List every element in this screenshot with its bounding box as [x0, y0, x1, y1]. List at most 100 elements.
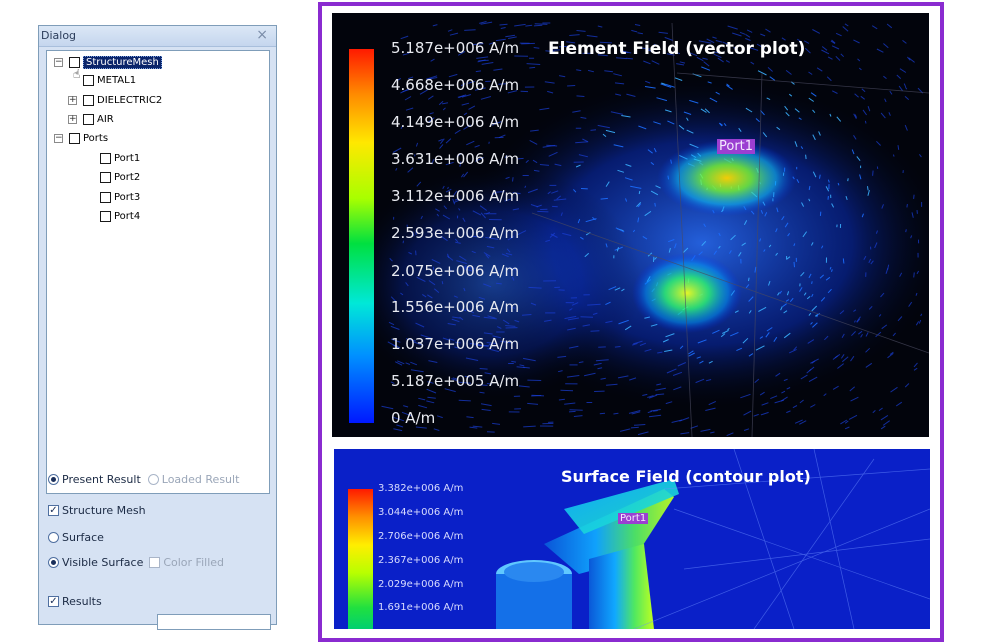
radio-indicator[interactable]	[48, 557, 59, 568]
tree-item-port2[interactable]: Port2	[100, 169, 140, 185]
vector-arrow	[862, 89, 865, 92]
vector-arrow	[481, 97, 491, 100]
visible-surface-radio[interactable]: Visible Surface Color Filled	[48, 554, 224, 570]
vector-arrow	[905, 87, 906, 89]
tree-checkbox[interactable]	[100, 172, 111, 183]
color-filled-checkbox[interactable]	[149, 557, 160, 568]
tree-checkbox[interactable]	[100, 153, 111, 164]
legend-label: 3.631e+006 A/m	[391, 150, 519, 168]
vector-arrow	[806, 155, 807, 159]
vector-arrow	[914, 272, 915, 277]
vector-arrow	[786, 70, 791, 74]
vector-arrow	[749, 278, 750, 281]
tree-checkbox[interactable]	[83, 114, 94, 125]
tree-checkbox[interactable]	[83, 75, 94, 86]
results-checkbox[interactable]: ✓ Results	[48, 593, 102, 609]
collapse-icon[interactable]: −	[54, 58, 63, 67]
vector-arrow	[418, 398, 425, 400]
vector-arrow	[868, 186, 869, 190]
tree-item-air[interactable]: + AIR	[68, 111, 114, 127]
vector-arrow	[765, 29, 770, 32]
tree-checkbox[interactable]	[100, 192, 111, 203]
vector-arrow	[600, 413, 605, 414]
tree-item-ports[interactable]: − Ports	[54, 130, 108, 146]
present-result-radio[interactable]: Present Result Loaded Result	[48, 471, 239, 487]
vector-arrow	[891, 387, 898, 392]
vector-arrow	[889, 112, 891, 115]
legend-label: 2.706e+006 A/m	[378, 531, 463, 542]
vector-arrow	[496, 283, 502, 284]
visible-surface-label: Visible Surface	[62, 556, 143, 569]
vector-arrow	[800, 400, 804, 403]
vector-arrow	[638, 33, 643, 34]
vector-arrow	[396, 168, 397, 170]
tree-checkbox[interactable]	[100, 211, 111, 222]
vector-arrow	[638, 432, 649, 435]
vector-arrow	[459, 400, 471, 401]
vector-arrow	[701, 67, 710, 70]
vector-arrow	[649, 415, 661, 417]
vector-arrow	[676, 64, 684, 65]
vector-arrow	[643, 61, 650, 64]
vector-arrow	[744, 411, 752, 415]
tree-item-structuremesh[interactable]: − StructureMesh	[54, 54, 162, 70]
vector-arrow	[812, 281, 813, 284]
vector-arrow	[873, 171, 874, 176]
vector-arrow	[418, 405, 427, 407]
vector-arrow	[588, 70, 594, 71]
vector-arrow	[416, 143, 417, 147]
vector-arrow	[747, 30, 752, 33]
vector-arrow	[569, 411, 576, 412]
vector-arrow	[559, 76, 565, 77]
close-icon[interactable]: ×	[256, 27, 268, 43]
tree-checkbox[interactable]	[83, 95, 94, 106]
vector-arrow	[403, 406, 408, 407]
legend-label: 2.075e+006 A/m	[391, 262, 519, 280]
structure-tree[interactable]: − StructureMesh ☝ METAL1 + DIELECTRIC2 +…	[46, 50, 270, 494]
tree-checkbox[interactable]	[69, 57, 80, 68]
vector-arrow	[569, 35, 579, 36]
collapse-icon[interactable]: −	[54, 134, 63, 143]
vector-arrow	[810, 405, 815, 408]
tree-item-port1[interactable]: Port1	[100, 150, 140, 166]
port-tag: Port1	[717, 139, 755, 154]
tree-item-dielectric2[interactable]: + DIELECTRIC2	[68, 92, 162, 108]
vector-arrow	[442, 281, 443, 284]
vector-arrow	[883, 421, 890, 426]
vector-arrow	[434, 429, 440, 431]
vector-arrow	[887, 24, 892, 28]
vector-arrow	[885, 99, 887, 102]
dialog-titlebar[interactable]: Dialog ×	[39, 26, 276, 47]
results-dropdown[interactable]	[157, 614, 271, 630]
vector-arrow	[822, 47, 827, 51]
tree-item-port3[interactable]: Port3	[100, 189, 140, 205]
cylinder-cap	[504, 562, 564, 582]
vector-arrow	[898, 145, 899, 150]
tree-item-port4[interactable]: Port4	[100, 208, 140, 224]
vector-arrow	[761, 412, 769, 415]
vector-arrow	[513, 177, 514, 181]
expand-icon[interactable]: +	[68, 115, 77, 124]
vector-arrow	[577, 31, 586, 32]
vector-arrow	[501, 28, 506, 29]
checkbox-checked-icon[interactable]: ✓	[48, 505, 59, 516]
vector-arrow	[812, 30, 819, 34]
legend-label: 3.112e+006 A/m	[391, 187, 519, 205]
tree-checkbox[interactable]	[69, 133, 80, 144]
vector-arrow	[760, 34, 765, 36]
vector-arrow	[587, 36, 598, 37]
loaded-result-radio[interactable]	[148, 474, 159, 485]
vector-arrow	[907, 204, 908, 207]
vector-arrow	[442, 103, 448, 104]
tree-item-metal1[interactable]: METAL1	[83, 72, 136, 88]
checkbox-checked-icon[interactable]: ✓	[48, 596, 59, 607]
radio-indicator[interactable]	[48, 474, 59, 485]
expand-icon[interactable]: +	[68, 96, 77, 105]
surface-radio[interactable]: Surface	[48, 529, 104, 545]
vector-arrow	[727, 433, 734, 436]
vector-arrow	[851, 397, 859, 401]
vector-arrow	[732, 33, 741, 36]
vector-arrow	[848, 178, 849, 181]
radio-indicator[interactable]	[48, 532, 59, 543]
structure-mesh-checkbox[interactable]: ✓ Structure Mesh	[48, 502, 146, 518]
